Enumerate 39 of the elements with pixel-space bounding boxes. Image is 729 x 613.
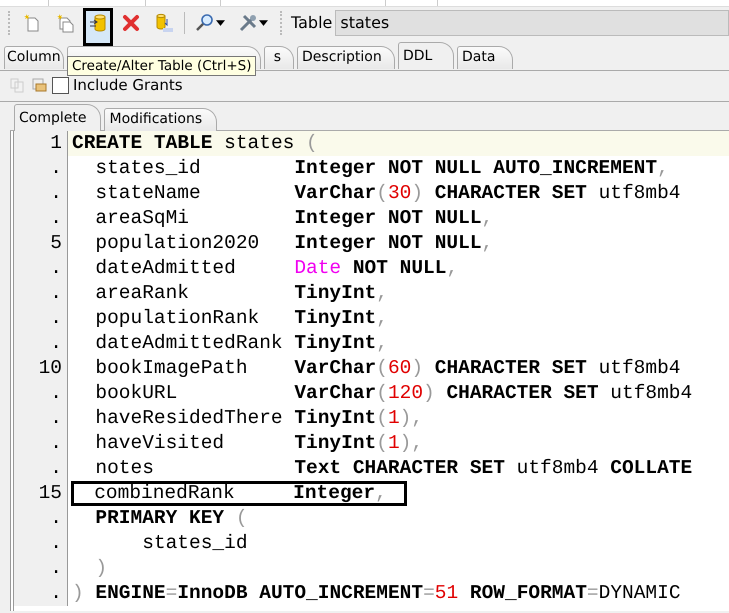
- line-number: .: [14, 331, 68, 356]
- line-number: .: [14, 431, 68, 456]
- code-line: states_id Integer NOT NULL AUTO_INCREMENT,: [95, 156, 669, 181]
- line-number: .: [14, 506, 68, 531]
- code-line: dateAdmitted Date NOT NULL,: [95, 256, 458, 281]
- code-line: states_id: [142, 531, 248, 556]
- code-line: stateName VarChar(30) CHARACTER SET utf8mb4: [95, 181, 680, 206]
- line-number: .: [14, 181, 68, 206]
- line-number: 1: [14, 131, 68, 156]
- line-number: .: [14, 206, 68, 231]
- line-number: .: [14, 456, 68, 481]
- code-line: CREATE TABLE states (: [72, 131, 318, 156]
- code-line: ): [95, 556, 108, 581]
- code-line: bookImagePath VarChar(60) CHARACTER SET utf8mb4: [95, 356, 680, 381]
- code-line: notes Text CHARACTER SET utf8mb4 COLLATE: [95, 456, 692, 481]
- code-line: PRIMARY KEY (: [95, 506, 248, 531]
- code-line: populationRank TinyInt,: [95, 306, 388, 331]
- line-number: 5: [14, 231, 68, 256]
- line-number: .: [14, 156, 68, 181]
- line-number: .: [14, 531, 68, 556]
- tooltip: Create/Alter Table (Ctrl+S): [67, 56, 256, 76]
- table-label: Table: [291, 13, 332, 32]
- line-number: 15: [14, 481, 68, 506]
- code-line: areaSqMi Integer NOT NULL,: [95, 206, 494, 231]
- code-line: ) ENGINE=InnoDB AUTO_INCREMENT=51 ROW_FORMAT=DYNAMIC: [72, 581, 681, 606]
- code-line: haveResidedThere TinyInt(1),: [95, 406, 424, 431]
- line-number: .: [14, 381, 68, 406]
- code-line: population2020 Integer NOT NULL,: [95, 231, 494, 256]
- line-number: .: [14, 281, 68, 306]
- line-number: .: [14, 306, 68, 331]
- code-line: haveVisited TinyInt(1),: [95, 431, 424, 456]
- code-line: bookURL VarChar(120) CHARACTER SET utf8mb4: [95, 381, 692, 406]
- line-number: .: [14, 406, 68, 431]
- code-line: dateAdmittedRank TinyInt,: [95, 331, 388, 356]
- line-number: .: [14, 581, 68, 606]
- line-number: 10: [14, 356, 68, 381]
- line-number: .: [14, 556, 68, 581]
- line-number: .: [14, 256, 68, 281]
- code-line: areaRank TinyInt,: [95, 281, 388, 306]
